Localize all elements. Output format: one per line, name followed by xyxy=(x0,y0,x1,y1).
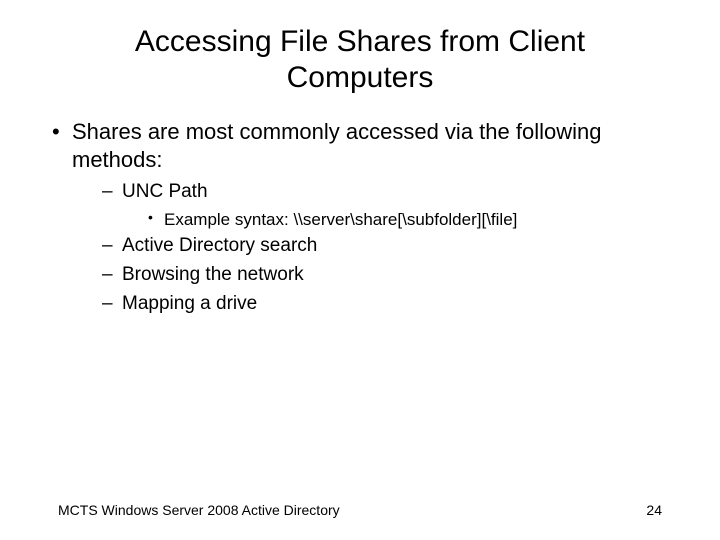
page-number: 24 xyxy=(646,502,662,518)
list-item: Shares are most commonly accessed via th… xyxy=(46,118,674,317)
bullet-text: Example syntax: \\server\share[\subfolde… xyxy=(164,210,517,229)
list-item: Browsing the network xyxy=(100,262,674,289)
slide: Accessing File Shares from Client Comput… xyxy=(0,0,720,540)
slide-footer: MCTS Windows Server 2008 Active Director… xyxy=(0,502,720,518)
list-item: Example syntax: \\server\share[\subfolde… xyxy=(146,208,674,232)
bullet-text: Mapping a drive xyxy=(122,293,257,314)
list-item: Active Directory search xyxy=(100,233,674,260)
bullet-list-level3: Example syntax: \\server\share[\subfolde… xyxy=(146,208,674,232)
bullet-text: Browsing the network xyxy=(122,264,304,285)
footer-left: MCTS Windows Server 2008 Active Director… xyxy=(58,502,340,518)
list-item: Mapping a drive xyxy=(100,291,674,318)
bullet-text: UNC Path xyxy=(122,181,208,202)
bullet-text: Shares are most commonly accessed via th… xyxy=(72,119,601,172)
bullet-list-level2: UNC Path Example syntax: \\server\share[… xyxy=(100,179,674,317)
list-item: UNC Path Example syntax: \\server\share[… xyxy=(100,179,674,231)
bullet-text: Active Directory search xyxy=(122,235,317,256)
bullet-list-level1: Shares are most commonly accessed via th… xyxy=(46,118,674,317)
slide-title: Accessing File Shares from Client Comput… xyxy=(70,24,650,96)
